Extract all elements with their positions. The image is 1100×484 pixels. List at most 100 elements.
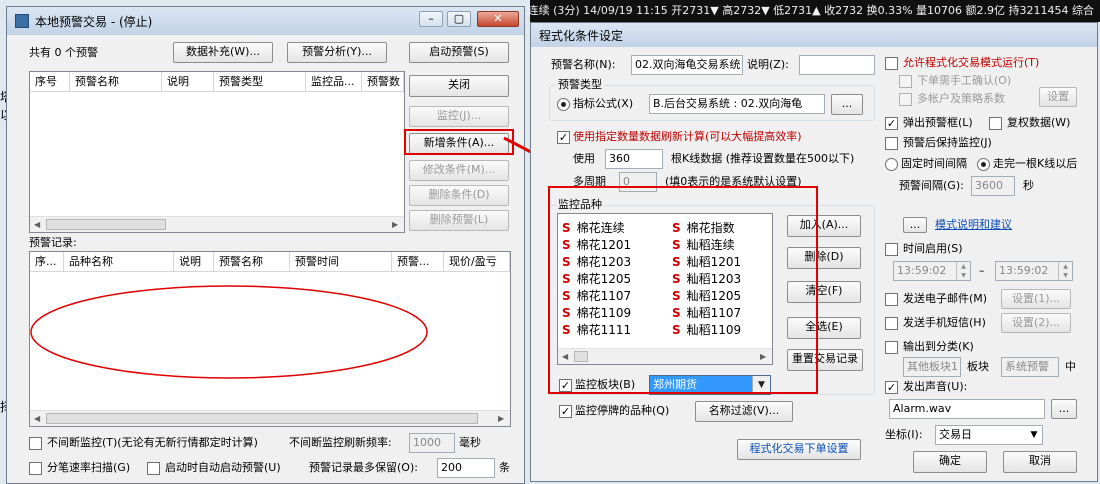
record-list-hscroll[interactable]: ◀ ▶ <box>30 410 510 426</box>
dialog-title-bar: 程式化条件设定 <box>531 23 1097 47</box>
indicator-formula-radio[interactable] <box>557 98 570 111</box>
sound-file-input[interactable]: Alarm.wav <box>889 399 1045 419</box>
alert-list-hscroll[interactable]: ◀ ▶ <box>30 216 404 232</box>
name-filter-button[interactable]: 名称过滤(V)... <box>695 401 793 422</box>
use-data-checkbox[interactable]: ✓ <box>557 131 570 144</box>
records-label: 预警记录: <box>29 236 77 249</box>
output-category-checkbox[interactable] <box>885 341 898 354</box>
manual-confirm-checkbox[interactable] <box>899 75 912 88</box>
alert-list[interactable]: 序号 预警名称 说明 预警类型 监控品... 预警数 ◀ ▶ <box>29 71 405 233</box>
scroll-right-icon[interactable]: ▶ <box>392 220 398 229</box>
annotation-ellipse <box>30 285 428 379</box>
close-icon[interactable]: ✕ <box>477 11 519 27</box>
desc-input[interactable] <box>799 55 875 75</box>
modify-condition-button[interactable]: 修改条件(M)... <box>409 160 509 181</box>
mode-help-link[interactable]: 模式说明和建议 <box>935 217 1012 233</box>
chevron-down-icon[interactable]: ▼ <box>1026 426 1042 444</box>
sound-browse-button[interactable]: ... <box>1051 399 1077 419</box>
col-alert-count[interactable]: 预警数 <box>362 72 404 91</box>
col-rec-alert-time[interactable]: 预警时间 <box>290 252 392 271</box>
popup-checkbox[interactable]: ✓ <box>885 117 898 130</box>
manual-confirm-label: 下单需手工确认(O) <box>917 74 1012 87</box>
col-rec-price[interactable]: 现价/盈亏 <box>444 252 510 271</box>
delete-condition-button[interactable]: 删除条件(D) <box>409 185 509 206</box>
coord-select[interactable]: 交易日 ▼ <box>935 425 1043 445</box>
scroll-left-icon[interactable]: ◀ <box>34 414 40 423</box>
send-email-checkbox[interactable] <box>885 293 898 306</box>
cancel-button[interactable]: 取消 <box>1003 451 1077 473</box>
scroll-thumb[interactable] <box>46 413 478 424</box>
main-window-title: 本地预警交易 - (停止) <box>35 14 153 29</box>
col-monitor-items[interactable]: 监控品... <box>306 72 362 91</box>
alert-count-label: 共有 0 个预警 <box>29 46 98 59</box>
mode-browse-button[interactable]: ... <box>903 217 927 233</box>
col-rec-index[interactable]: 序... <box>30 252 64 271</box>
fixed-interval-label: 固定时间间隔 <box>901 157 967 170</box>
scroll-right-icon[interactable]: ▶ <box>498 414 504 423</box>
annotation-box-new-condition <box>404 129 514 155</box>
delete-alert-button[interactable]: 删除预警(L) <box>409 210 509 231</box>
allow-auto-label: 允许程式化交易模式运行(T) <box>903 56 1040 69</box>
col-rec-alert-name[interactable]: 预警名称 <box>214 252 290 271</box>
annotation-box-monitor-group <box>548 186 818 394</box>
monitor-button[interactable]: 监控(J)... <box>409 106 509 127</box>
restore-data-label: 复权数据(W) <box>1007 116 1071 129</box>
auto-start-label: 启动时自动启动预警(U) <box>165 461 281 474</box>
allow-auto-checkbox[interactable] <box>885 57 898 70</box>
formula-browse-button[interactable]: ... <box>831 94 863 115</box>
account-settings-button[interactable]: 设置 <box>1039 87 1077 107</box>
time-enable-checkbox[interactable] <box>885 243 898 256</box>
spinner-icon[interactable]: ▲ ▼ <box>1058 262 1072 280</box>
start-alert-button[interactable]: 启动预警(S) <box>409 42 509 63</box>
time-separator: – <box>979 264 985 277</box>
restore-data-checkbox[interactable] <box>989 117 1002 130</box>
scroll-left-icon[interactable]: ◀ <box>34 220 40 229</box>
refresh-input[interactable]: 1000 <box>409 433 455 453</box>
monitor-suspended-checkbox[interactable]: ✓ <box>559 405 572 418</box>
col-rec-alert[interactable]: 预警... <box>392 252 444 271</box>
keep-monitor-checkbox[interactable] <box>885 137 898 150</box>
use-label: 使用 <box>573 152 595 165</box>
sms-settings-button[interactable]: 设置(2)... <box>1001 313 1071 333</box>
after-kline-radio[interactable] <box>977 158 990 171</box>
col-rec-desc[interactable]: 说明 <box>174 252 214 271</box>
data-fill-button[interactable]: 数据补充(W)... <box>173 42 273 63</box>
use-count-input[interactable]: 360 <box>605 149 663 169</box>
multi-account-checkbox[interactable] <box>899 93 912 106</box>
fixed-interval-radio[interactable] <box>885 158 898 171</box>
auto-start-checkbox[interactable] <box>147 462 160 475</box>
close-button[interactable]: 关闭 <box>409 75 509 97</box>
email-settings-button[interactable]: 设置(1)... <box>1001 289 1071 309</box>
spinner-icon[interactable]: ▲ ▼ <box>956 262 970 280</box>
sound-checkbox[interactable]: ✓ <box>885 381 898 394</box>
tick-scan-checkbox[interactable] <box>29 462 42 475</box>
ok-button[interactable]: 确定 <box>913 451 987 473</box>
minimize-icon[interactable]: – <box>419 11 443 27</box>
time-end-input[interactable]: 13:59:02 ▲ ▼ <box>995 261 1073 281</box>
use-data-label: 使用指定数量数据刷新计算(可以大幅提高效率) <box>573 130 802 143</box>
col-rec-item-name[interactable]: 品种名称 <box>64 252 174 271</box>
interval-input[interactable]: 3600 <box>971 176 1015 196</box>
col-alert-type[interactable]: 预警类型 <box>214 72 306 91</box>
category-b-input[interactable]: 系统预警 <box>1001 357 1059 377</box>
continuous-monitor-checkbox[interactable] <box>29 437 42 450</box>
monitor-suspended-label: 监控停牌的品种(Q) <box>575 404 670 417</box>
col-alert-name[interactable]: 预警名称 <box>70 72 162 91</box>
order-settings-button[interactable]: 程式化交易下单设置 <box>737 439 861 460</box>
send-sms-checkbox[interactable] <box>885 317 898 330</box>
time-end-value: 13:59:02 <box>999 264 1049 277</box>
refresh-label: 不间断监控刷新频率: <box>289 436 392 449</box>
col-desc[interactable]: 说明 <box>162 72 214 91</box>
alert-name-input[interactable]: 02.双向海龟交易系统 <box>631 55 743 75</box>
scroll-thumb[interactable] <box>46 219 166 230</box>
alert-analysis-button[interactable]: 预警分析(Y)... <box>287 42 387 63</box>
category-a-input[interactable]: 其他板块1 <box>903 357 961 377</box>
interval-label: 预警间隔(G): <box>899 179 964 192</box>
col-index[interactable]: 序号 <box>30 72 70 91</box>
maximize-icon[interactable]: ▢ <box>447 11 471 27</box>
max-records-label: 预警记录最多保留(O): <box>309 461 418 474</box>
max-records-input[interactable]: 200 <box>437 458 495 478</box>
time-start-input[interactable]: 13:59:02 ▲ ▼ <box>893 261 971 281</box>
tick-scan-label: 分笔速率扫描(G) <box>47 461 131 474</box>
formula-input[interactable]: B.后台交易系统 : 02.双向海龟 <box>649 94 825 114</box>
